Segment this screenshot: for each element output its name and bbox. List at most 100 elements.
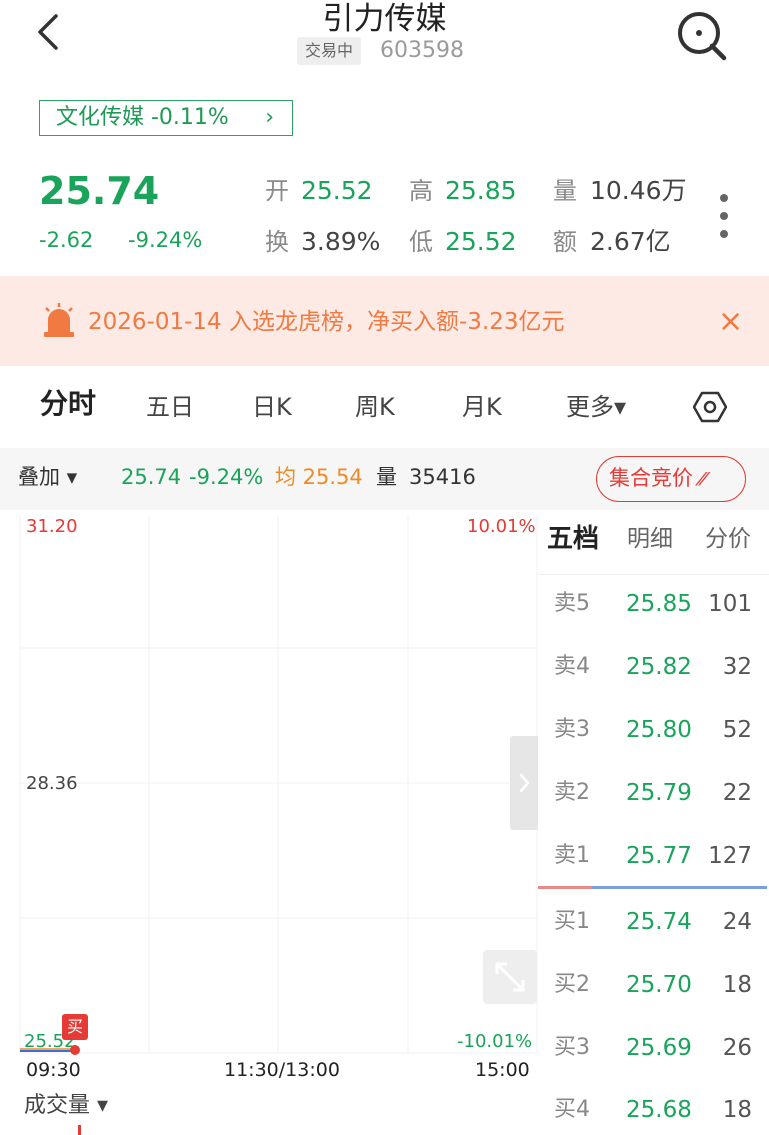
bid-volume: 24: [722, 909, 752, 935]
tab-intraday[interactable]: 分时: [40, 387, 96, 421]
double-chevron-icon: ⁄⁄: [699, 469, 706, 490]
ask-label: 卖3: [554, 717, 590, 742]
y-axis-mid-price: 28.36: [26, 773, 78, 794]
overlay-avg: 均 25.54: [275, 465, 363, 489]
bid-row[interactable]: 买4 25.68 18: [538, 1085, 769, 1135]
bid-volume: 26: [722, 1035, 752, 1061]
overlay-pct: -9.24%: [189, 465, 264, 489]
intraday-chart[interactable]: [0, 515, 538, 1055]
bid-row[interactable]: 买2 25.70 18: [538, 960, 769, 1010]
ask-volume: 22: [722, 780, 752, 806]
overlay-vol-label: 量: [376, 465, 397, 489]
alarm-icon: [44, 303, 74, 337]
y-axis-top-price: 31.20: [26, 516, 78, 537]
volume-value: 10.46万: [590, 176, 687, 205]
ask-volume: 127: [708, 843, 752, 869]
open-value: 25.52: [301, 176, 373, 205]
tab-monthly-k[interactable]: 月K: [462, 390, 502, 424]
tab-five-levels[interactable]: 五档: [547, 522, 599, 556]
time-start-label: 09:30: [26, 1059, 81, 1081]
y-axis-bottom-pct: -10.01%: [457, 1031, 533, 1052]
ask-row[interactable]: 卖3 25.80 52: [538, 705, 769, 755]
current-price: 25.74: [39, 169, 160, 213]
bid-price: 25.68: [626, 1097, 692, 1123]
fullscreen-button[interactable]: [483, 950, 537, 1004]
buy-marker-badge[interactable]: 买: [62, 1014, 88, 1040]
ask-volume: 101: [708, 591, 752, 617]
time-end-label: 15:00: [475, 1059, 530, 1081]
ask-row[interactable]: 卖1 25.77 127: [538, 831, 769, 881]
stock-code: 603598: [380, 38, 464, 63]
ask-price: 25.85: [626, 591, 692, 617]
collapse-panel-handle[interactable]: [510, 736, 538, 830]
ask-price: 25.80: [626, 717, 692, 743]
tab-five-day[interactable]: 五日: [146, 390, 194, 424]
alert-text: 2026-01-14 入选龙虎榜，净买入额-3.23亿元: [88, 309, 565, 335]
ask-price: 25.79: [626, 780, 692, 806]
volume-indicator-dropdown[interactable]: 成交量 ▾: [24, 1092, 108, 1120]
overlay-dropdown[interactable]: 叠加 ▾: [18, 462, 77, 492]
amount-value: 2.67亿: [590, 227, 671, 256]
tab-daily-k[interactable]: 日K: [252, 390, 292, 424]
bid-label: 买4: [554, 1097, 590, 1122]
ask-row[interactable]: 卖4 25.82 32: [538, 642, 769, 692]
bid-price: 25.69: [626, 1035, 692, 1061]
overlay-vol: 35416: [409, 465, 476, 489]
turnover-label: 换: [265, 228, 289, 256]
orderbook-divider: [538, 574, 769, 575]
close-icon[interactable]: ×: [718, 306, 743, 338]
ask-label: 卖1: [554, 843, 590, 868]
bid-price: 25.70: [626, 972, 692, 998]
price-change: -2.62: [39, 228, 94, 252]
bid-label: 买1: [554, 909, 590, 934]
turnover-value: 3.89%: [301, 227, 381, 256]
ask-row[interactable]: 卖5 25.85 101: [538, 579, 769, 629]
bid-row[interactable]: 买3 25.69 26: [538, 1023, 769, 1073]
time-mid-label: 11:30/13:00: [224, 1059, 340, 1081]
search-icon[interactable]: [674, 8, 728, 62]
ask-volume: 32: [722, 654, 752, 680]
low-label: 低: [409, 228, 433, 256]
bid-label: 买3: [554, 1035, 590, 1060]
chevron-right-icon: ›: [265, 105, 274, 130]
price-change-percent: -9.24%: [128, 228, 203, 252]
ask-label: 卖5: [554, 591, 590, 616]
ask-label: 卖4: [554, 654, 590, 679]
high-value: 25.85: [445, 176, 517, 205]
volume-label: 量: [553, 177, 577, 205]
settings-hexagon-icon[interactable]: [693, 390, 727, 424]
tab-details[interactable]: 明细: [627, 522, 673, 556]
high-label: 高: [409, 177, 433, 205]
buy-marker-dot: [70, 1045, 80, 1055]
ask-bid-split-bar: [538, 886, 592, 889]
tab-price-distribution[interactable]: 分价: [705, 522, 751, 556]
stock-name: 引力传媒: [322, 1, 447, 37]
ask-bid-split-bar: [592, 886, 767, 889]
call-auction-button[interactable]: 集合竞价 ⁄⁄: [596, 456, 746, 502]
ask-price: 25.82: [626, 654, 692, 680]
sector-tag[interactable]: 文化传媒 -0.11% ›: [39, 100, 293, 136]
tab-more[interactable]: 更多▾: [566, 390, 626, 424]
ask-volume: 52: [722, 717, 752, 743]
bid-price: 25.74: [626, 909, 692, 935]
bid-volume: 18: [722, 972, 752, 998]
low-value: 25.52: [445, 227, 517, 256]
more-options-icon[interactable]: [716, 192, 732, 240]
open-label: 开: [265, 177, 289, 205]
bid-label: 买2: [554, 972, 590, 997]
call-auction-label: 集合竞价: [609, 466, 693, 490]
ask-label: 卖2: [554, 780, 590, 805]
ask-price: 25.77: [626, 843, 692, 869]
tab-weekly-k[interactable]: 周K: [355, 390, 395, 424]
bid-volume: 18: [722, 1097, 752, 1123]
overlay-price: 25.74: [121, 465, 182, 489]
volume-bar: [78, 1125, 81, 1135]
trading-status-badge: 交易中: [297, 37, 362, 65]
sector-tag-label: 文化传媒 -0.11%: [56, 105, 229, 130]
expand-arrows-icon: [495, 962, 525, 992]
bid-row[interactable]: 买1 25.74 24: [538, 897, 769, 947]
chevron-right-icon: [519, 773, 530, 793]
y-axis-top-pct: 10.01%: [467, 516, 536, 537]
ask-row[interactable]: 卖2 25.79 22: [538, 768, 769, 818]
amount-label: 额: [553, 228, 577, 256]
